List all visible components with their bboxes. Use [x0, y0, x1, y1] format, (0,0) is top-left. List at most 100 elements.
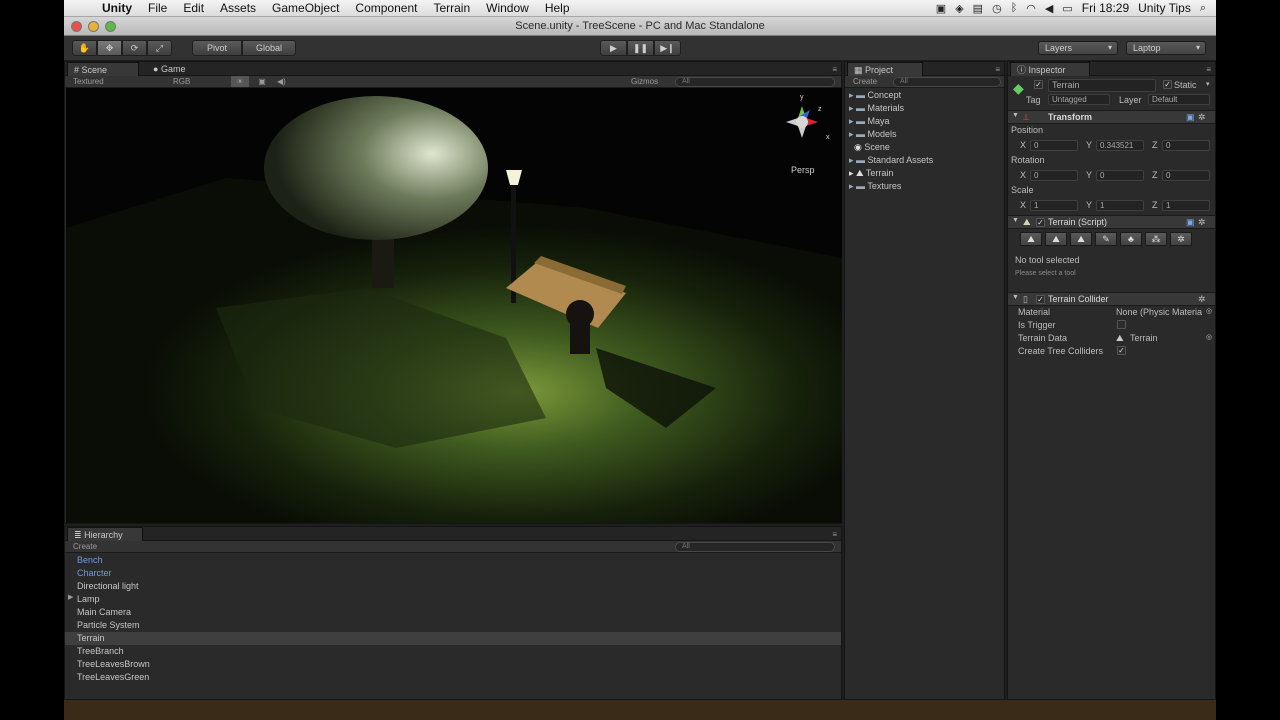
tab-project[interactable]: ▦ Project [847, 62, 923, 76]
panel-menu-icon[interactable]: ≡ [1206, 65, 1211, 74]
rotation-x-field[interactable]: 0 [1030, 170, 1078, 181]
time-machine-icon[interactable]: ◷ [992, 2, 1002, 15]
rotation-y-field[interactable]: 0 [1096, 170, 1144, 181]
rotation-z-field[interactable]: 0 [1162, 170, 1210, 181]
spotlight-search-icon[interactable]: ⌕ [1200, 2, 1206, 15]
scene-lighting-toggle[interactable]: ☀ [231, 76, 249, 87]
help-book-icon[interactable]: ▣ [1186, 112, 1195, 123]
hierarchy-item[interactable]: Lamp [65, 593, 841, 606]
paint-texture-tool-button[interactable]: ✎ [1095, 232, 1117, 246]
scene-orientation-gizmo[interactable]: y z x [782, 94, 830, 142]
scale-y-field[interactable]: 1 [1096, 200, 1144, 211]
object-picker-icon[interactable]: ◎ [1206, 333, 1212, 341]
close-window-button[interactable] [71, 21, 82, 32]
dropbox-icon[interactable]: ◈ [955, 2, 963, 15]
tag-dropdown[interactable]: Untagged [1048, 94, 1110, 105]
hierarchy-item[interactable]: TreeBranch [65, 645, 841, 658]
scene-fx-toggle[interactable]: ▣ [255, 76, 269, 87]
gizmos-dropdown[interactable]: Gizmos [631, 76, 658, 87]
render-mode-dropdown[interactable]: Textured [73, 76, 104, 87]
menubar-clock[interactable]: Fri 18:29 [1082, 1, 1129, 15]
component-gear-icon[interactable]: ✲ [1198, 294, 1206, 305]
hierarchy-item[interactable]: Charcter [65, 567, 841, 580]
foldout-arrow-icon[interactable]: ▼ [1012, 217, 1019, 224]
paint-height-tool-button[interactable]: ⛰ [1045, 232, 1067, 246]
scene-viewport[interactable]: y z x Persp [66, 88, 842, 523]
menu-assets[interactable]: Assets [212, 1, 264, 15]
paint-details-tool-button[interactable]: ⁂ [1145, 232, 1167, 246]
static-dropdown-arrow-icon[interactable]: ▾ [1206, 80, 1210, 88]
project-search-input[interactable]: All [893, 77, 1001, 87]
place-trees-tool-button[interactable]: ♣ [1120, 232, 1142, 246]
object-picker-icon[interactable]: ◎ [1206, 307, 1212, 315]
create-tree-colliders-checkbox[interactable]: ✓ [1117, 346, 1126, 355]
menu-window[interactable]: Window [478, 1, 537, 15]
screen-record-icon[interactable]: ▣ [936, 2, 946, 15]
material-field[interactable]: None (Physic Materia [1116, 307, 1202, 317]
static-checkbox[interactable]: ✓ [1163, 80, 1172, 89]
position-y-field[interactable]: 0.343521 [1096, 140, 1144, 151]
menu-component[interactable]: Component [347, 1, 425, 15]
folder-item[interactable]: ▸ ▬ Materials [849, 102, 904, 115]
panel-menu-icon[interactable]: ≡ [832, 530, 837, 539]
hierarchy-item-selected[interactable]: Terrain [65, 632, 841, 645]
position-z-field[interactable]: 0 [1162, 140, 1210, 151]
step-button[interactable]: ▶❙ [654, 40, 681, 56]
folder-item[interactable]: ▸ ▬ Textures [849, 180, 901, 193]
projection-label[interactable]: Persp [791, 165, 815, 175]
transform-header[interactable]: ▼ ⟂ Transform ▣ ✲ [1008, 110, 1215, 124]
menu-gameobject[interactable]: GameObject [264, 1, 347, 15]
bluetooth-icon[interactable]: ᛒ [1011, 2, 1018, 14]
foldout-arrow-icon[interactable]: ▼ [1012, 112, 1019, 119]
color-mode-dropdown[interactable]: RGB [173, 76, 190, 87]
scale-x-field[interactable]: 1 [1030, 200, 1078, 211]
menu-file[interactable]: File [140, 1, 175, 15]
help-book-icon[interactable]: ▣ [1186, 217, 1195, 228]
terrain-data-field[interactable]: Terrain [1130, 333, 1158, 343]
hierarchy-item[interactable]: Main Camera [65, 606, 841, 619]
battery-icon[interactable]: ▭ [1062, 2, 1072, 15]
component-gear-icon[interactable]: ✲ [1198, 112, 1206, 123]
scale-tool-button[interactable]: ⤢ [147, 40, 172, 56]
menubar-user-label[interactable]: Unity Tips [1138, 1, 1191, 15]
terrain-script-enabled-checkbox[interactable]: ✓ [1036, 218, 1045, 227]
pivot-toggle-button[interactable]: Pivot [192, 40, 242, 56]
panel-menu-icon[interactable]: ≡ [995, 65, 1000, 74]
panel-menu-icon[interactable]: ≡ [832, 65, 837, 74]
tab-hierarchy[interactable]: ≣ Hierarchy [67, 527, 143, 541]
menu-help[interactable]: Help [537, 1, 578, 15]
foldout-arrow-icon[interactable]: ▼ [1012, 294, 1019, 301]
smooth-height-tool-button[interactable]: ⛰ [1070, 232, 1092, 246]
move-tool-button[interactable]: ✥ [97, 40, 122, 56]
scene-audio-toggle[interactable]: ◀) [277, 76, 286, 87]
hierarchy-item[interactable]: Directional light [65, 580, 841, 593]
terrain-collider-enabled-checkbox[interactable]: ✓ [1036, 295, 1045, 304]
menu-edit[interactable]: Edit [175, 1, 212, 15]
global-toggle-button[interactable]: Global [242, 40, 296, 56]
hardware-icon[interactable]: ▤ [973, 2, 983, 15]
raise-lower-tool-button[interactable]: ⛰ [1020, 232, 1042, 246]
folder-item[interactable]: ▸ ▬ Concept [849, 89, 901, 102]
zoom-window-button[interactable] [105, 21, 116, 32]
terrain-settings-tool-button[interactable]: ✲ [1170, 232, 1192, 246]
hierarchy-item[interactable]: Bench [65, 554, 841, 567]
position-x-field[interactable]: 0 [1030, 140, 1078, 151]
active-checkbox[interactable]: ✓ [1034, 80, 1043, 89]
hierarchy-create-dropdown[interactable]: Create [73, 541, 97, 552]
hierarchy-search-input[interactable]: All [675, 542, 835, 552]
scene-search-input[interactable]: All [675, 77, 835, 87]
folder-item[interactable]: ▸ ▬ Maya [849, 115, 890, 128]
layer-dropdown[interactable]: Default [1148, 94, 1210, 105]
pause-button[interactable]: ❚❚ [627, 40, 654, 56]
minimize-window-button[interactable] [88, 21, 99, 32]
menu-app-unity[interactable]: Unity [94, 1, 140, 15]
layout-dropdown[interactable]: Laptop [1126, 41, 1206, 55]
terrain-asset-item[interactable]: ▸ ⛰ Terrain [849, 167, 893, 180]
hierarchy-item[interactable]: TreeLeavesGreen [65, 671, 841, 684]
folder-item[interactable]: ▸ ▬ Standard Assets [849, 154, 933, 167]
layers-dropdown[interactable]: Layers [1038, 41, 1118, 55]
component-gear-icon[interactable]: ✲ [1198, 217, 1206, 228]
hierarchy-item[interactable]: Particle System [65, 619, 841, 632]
hand-tool-button[interactable]: ✋ [72, 40, 97, 56]
scene-asset-item[interactable]: ◉ Scene [849, 141, 890, 154]
